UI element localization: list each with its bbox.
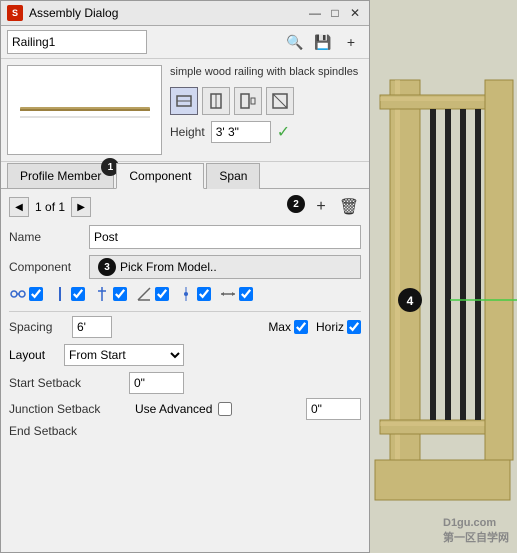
- name-input[interactable]: [89, 225, 361, 249]
- tab-profile-member[interactable]: Profile Member 1: [7, 163, 114, 188]
- icon-group-1: [9, 285, 43, 303]
- spacing-input[interactable]: [72, 316, 112, 338]
- divider-1: [9, 311, 361, 312]
- railing-name-input[interactable]: [7, 30, 147, 54]
- icon-dot-line: [177, 285, 195, 303]
- 3d-view-panel: 4 D1gu.com第一区自学网: [370, 0, 517, 553]
- nav-right-btns: 2 + 🗑: [287, 195, 361, 219]
- nav-text: 1 of 1: [35, 200, 65, 214]
- layout-row: Layout From Start From End Centered: [9, 344, 361, 366]
- component-label: Component: [9, 260, 89, 274]
- watermark: D1gu.com第一区自学网: [443, 517, 509, 545]
- checkbox-3[interactable]: [113, 287, 127, 301]
- save-button[interactable]: 💾: [311, 30, 335, 54]
- close-button[interactable]: ✕: [347, 5, 363, 21]
- add-component-button[interactable]: +: [309, 195, 333, 219]
- name-label: Name: [9, 230, 89, 244]
- horiz-checkbox[interactable]: [347, 320, 361, 334]
- nav-prev-button[interactable]: ◀: [9, 197, 29, 217]
- icon-chain: [9, 285, 27, 303]
- nav-row: ◀ 1 of 1 ▶ 2 + 🗑: [9, 195, 361, 219]
- title-bar: S Assembly Dialog — □ ✕: [1, 1, 369, 26]
- delete-component-button[interactable]: 🗑: [337, 195, 361, 219]
- junction-setback-label: Junction Setback: [9, 402, 129, 416]
- search-button[interactable]: 🔍: [283, 30, 307, 54]
- junction-row: Junction Setback Use Advanced: [9, 398, 361, 420]
- component-row: Component 3 Pick From Model..: [9, 255, 361, 279]
- icon-btn-3[interactable]: [234, 87, 262, 115]
- preview-image: [7, 65, 162, 155]
- checkbox-1[interactable]: [29, 287, 43, 301]
- max-checkbox[interactable]: [294, 320, 308, 334]
- junction-setback-input[interactable]: [306, 398, 361, 420]
- start-setback-label: Start Setback: [9, 376, 129, 390]
- tab-span[interactable]: Span: [206, 163, 260, 189]
- icon-group-2: [51, 285, 85, 303]
- nav-next-button[interactable]: ▶: [71, 197, 91, 217]
- icon-btn-4[interactable]: [266, 87, 294, 115]
- svg-text:4: 4: [407, 294, 414, 308]
- badge-3: 3: [98, 258, 116, 276]
- maximize-button[interactable]: □: [327, 5, 343, 21]
- preview-area: simple wood railing with black spindles …: [1, 59, 369, 162]
- add-button[interactable]: +: [339, 30, 363, 54]
- start-setback-input[interactable]: [129, 372, 184, 394]
- icon-row: [170, 87, 363, 115]
- checkbox-5[interactable]: [197, 287, 211, 301]
- tab-profile-member-wrapper: Profile Member 1: [7, 162, 116, 188]
- layout-label: Layout: [9, 348, 64, 362]
- minimize-button[interactable]: —: [307, 5, 323, 21]
- checkbox-2[interactable]: [71, 287, 85, 301]
- assembly-dialog: S Assembly Dialog — □ ✕ 🔍 💾 + simple wo: [0, 0, 370, 553]
- icon-group-3: [93, 285, 127, 303]
- height-confirm-button[interactable]: ✓: [277, 122, 290, 142]
- badge-2: 2: [287, 195, 305, 213]
- app-icon: S: [7, 5, 23, 21]
- start-setback-row: Start Setback: [9, 372, 361, 394]
- layout-select[interactable]: From Start From End Centered: [64, 344, 184, 366]
- pick-from-model-button[interactable]: 3 Pick From Model..: [89, 255, 361, 279]
- checkbox-6[interactable]: [239, 287, 253, 301]
- end-setback-row: End Setback: [9, 424, 361, 438]
- height-row: Height ✓: [170, 121, 363, 143]
- use-advanced-label: Use Advanced: [135, 402, 212, 416]
- tab-component[interactable]: Component: [116, 163, 204, 189]
- content-area: ◀ 1 of 1 ▶ 2 + 🗑 Name Component 3 Pick F…: [1, 189, 369, 552]
- icon-group-4: [135, 285, 169, 303]
- use-advanced-checkbox[interactable]: [218, 402, 232, 416]
- name-row: Name: [9, 225, 361, 249]
- icon-angle: [135, 285, 153, 303]
- height-input[interactable]: [211, 121, 271, 143]
- icon-pin: [93, 285, 111, 303]
- spacing-label: Spacing: [9, 320, 64, 334]
- max-label: Max: [268, 320, 291, 334]
- description-text: simple wood railing with black spindles: [170, 65, 363, 79]
- max-group: Max: [268, 320, 308, 334]
- icon-btn-1[interactable]: [170, 87, 198, 115]
- toolbar: 🔍 💾 +: [1, 26, 369, 59]
- horiz-label: Horiz: [316, 320, 344, 334]
- icons-grid: [9, 285, 361, 303]
- height-label: Height: [170, 125, 205, 139]
- icon-arrows: [219, 285, 237, 303]
- icon-btn-2[interactable]: [202, 87, 230, 115]
- end-setback-label: End Setback: [9, 424, 129, 438]
- horiz-group: Horiz: [316, 320, 361, 334]
- window-title: Assembly Dialog: [29, 6, 301, 20]
- window-controls: — □ ✕: [307, 5, 363, 21]
- preview-info: simple wood railing with black spindles …: [170, 65, 363, 155]
- checkbox-4[interactable]: [155, 287, 169, 301]
- tabs-row: Profile Member 1 Component Span: [1, 162, 369, 189]
- icon-vertical-bar: [51, 285, 69, 303]
- icon-group-6: [219, 285, 253, 303]
- spacing-row: Spacing Max Horiz: [9, 316, 361, 338]
- icon-group-5: [177, 285, 211, 303]
